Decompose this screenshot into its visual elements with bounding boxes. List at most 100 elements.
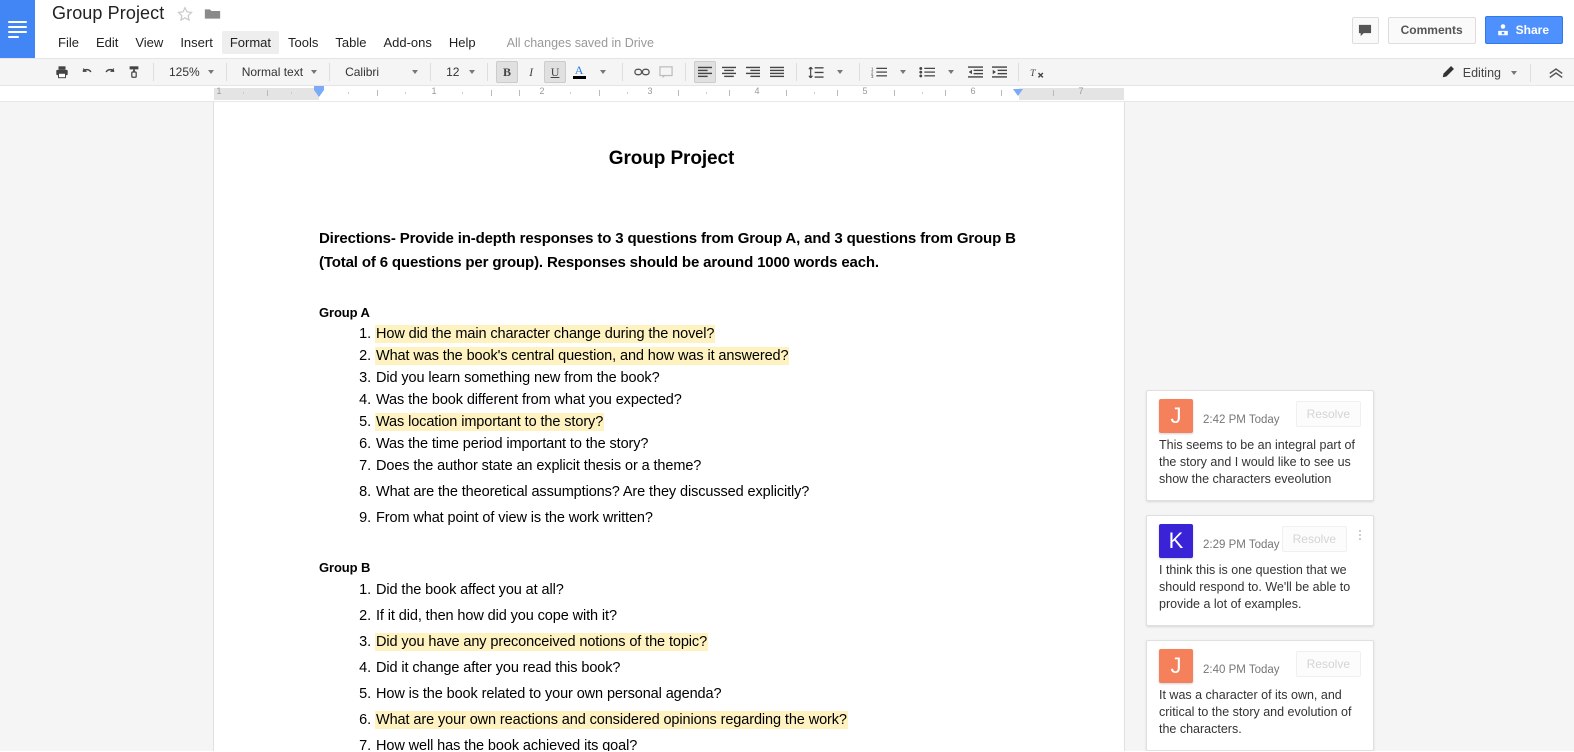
- document-page[interactable]: Group Project Directions- Provide in-dep…: [214, 102, 1124, 751]
- menu-edit[interactable]: Edit: [88, 31, 126, 54]
- editing-mode-select[interactable]: Editing: [1435, 65, 1523, 82]
- font-size-select[interactable]: 12: [438, 61, 480, 83]
- bulleted-list-dropdown[interactable]: [940, 61, 962, 83]
- document-title-row: Group Project: [52, 3, 221, 24]
- menu-help[interactable]: Help: [441, 31, 484, 54]
- chevron-down-icon: [1511, 71, 1517, 75]
- ruler-number: 6: [970, 86, 976, 96]
- align-justify-icon[interactable]: [766, 61, 788, 83]
- list-item: From what point of view is the work writ…: [375, 507, 1024, 529]
- list-item: Was location important to the story?: [375, 411, 1024, 433]
- numbered-list-icon[interactable]: 123: [868, 61, 890, 83]
- menu-tools[interactable]: Tools: [280, 31, 326, 54]
- document-heading: Group Project: [608, 148, 735, 169]
- docs-logo-icon[interactable]: [0, 0, 35, 58]
- editing-mode-label: Editing: [1462, 66, 1501, 80]
- ruler-number: 4: [754, 86, 760, 96]
- comment-bubble-icon[interactable]: [1351, 16, 1379, 44]
- comment-card[interactable]: J 2:40 PM Today Resolve It was a charact…: [1146, 640, 1374, 751]
- add-comment-icon[interactable]: [655, 61, 677, 83]
- comments-sidebar: J 2:42 PM Today Resolve This seems to be…: [1146, 102, 1374, 751]
- page-title[interactable]: Group Project: [52, 3, 176, 24]
- menu-table[interactable]: Table: [327, 31, 374, 54]
- avatar: J: [1159, 399, 1193, 433]
- chevron-up-icon[interactable]: [1544, 62, 1568, 84]
- numbered-list-dropdown[interactable]: [892, 61, 914, 83]
- link-icon[interactable]: [631, 61, 653, 83]
- align-center-icon[interactable]: [718, 61, 740, 83]
- share-button[interactable]: Share: [1484, 16, 1563, 44]
- menu-bar: File Edit View Insert Format Tools Table…: [50, 31, 654, 54]
- menu-addons[interactable]: Add-ons: [375, 31, 439, 54]
- group-b-heading: Group B: [319, 560, 371, 575]
- align-left-icon[interactable]: [694, 61, 717, 83]
- zoom-select[interactable]: 125%: [161, 61, 219, 83]
- avatar: J: [1159, 649, 1193, 683]
- menu-view[interactable]: View: [127, 31, 171, 54]
- resolve-button[interactable]: Resolve: [1295, 401, 1361, 427]
- decrease-indent-icon[interactable]: [964, 61, 986, 83]
- menu-insert[interactable]: Insert: [172, 31, 221, 54]
- line-spacing-icon[interactable]: [805, 61, 827, 83]
- ruler-number: 2: [539, 86, 545, 96]
- underline-button[interactable]: U: [544, 61, 567, 83]
- list-item: Did you have any preconceived notions of…: [375, 631, 1024, 653]
- comment-timestamp: 2:40 PM Today: [1203, 664, 1280, 676]
- bold-button[interactable]: B: [496, 61, 519, 83]
- paint-format-icon[interactable]: [123, 61, 145, 83]
- text-color-dropdown[interactable]: [592, 61, 614, 83]
- menu-file[interactable]: File: [50, 31, 87, 54]
- resolve-button[interactable]: Resolve: [1281, 526, 1347, 552]
- zoom-value: 125%: [169, 65, 200, 79]
- comment-text: I think this is one question that we sho…: [1159, 563, 1351, 611]
- group-a-question-list: How did the main character change during…: [319, 323, 1024, 529]
- comment-timestamp: 2:42 PM Today: [1203, 414, 1280, 426]
- comment-text: This seems to be an integral part of the…: [1159, 438, 1355, 486]
- svg-text:T: T: [1030, 68, 1037, 79]
- paragraph-style-select[interactable]: Normal text: [234, 61, 322, 83]
- top-bar: Group Project File Edit View Insert Form…: [0, 0, 1574, 58]
- menu-format[interactable]: Format: [221, 31, 279, 54]
- avatar: K: [1159, 524, 1193, 558]
- ruler-number: 3: [647, 86, 653, 96]
- left-indent-marker[interactable]: [314, 90, 324, 97]
- chevron-down-icon: [469, 70, 476, 74]
- folder-icon[interactable]: [204, 7, 221, 21]
- comments-button[interactable]: Comments: [1387, 16, 1476, 44]
- group-a-heading: Group A: [319, 305, 370, 320]
- comment-options-icon[interactable]: [1354, 530, 1366, 542]
- toolbar-right-section: Editing: [1435, 59, 1568, 87]
- chevron-down-icon: [207, 70, 214, 74]
- undo-icon[interactable]: [75, 61, 97, 83]
- svg-text:3: 3: [871, 74, 874, 78]
- save-status: All changes saved in Drive: [506, 35, 654, 50]
- align-right-icon[interactable]: [742, 61, 764, 83]
- chevron-down-icon: [412, 70, 419, 74]
- line-spacing-dropdown[interactable]: [829, 61, 851, 83]
- list-item: What are your own reactions and consider…: [375, 709, 1024, 731]
- bulleted-list-icon[interactable]: [916, 61, 938, 83]
- star-icon[interactable]: [176, 5, 194, 23]
- ruler[interactable]: 1 1 2 3 4 5 6 7: [0, 86, 1574, 102]
- text-color-button[interactable]: A: [568, 61, 590, 83]
- increase-indent-icon[interactable]: [988, 61, 1010, 83]
- header-actions: Comments Share: [1351, 16, 1563, 44]
- right-indent-marker[interactable]: [1013, 89, 1023, 96]
- font-family-select[interactable]: Calibri: [337, 61, 423, 83]
- redo-icon[interactable]: [99, 61, 121, 83]
- list-item: Was the book different from what you exp…: [375, 389, 1024, 411]
- list-item: How well has the book achieved its goal?: [375, 735, 1024, 751]
- italic-button[interactable]: I: [520, 61, 542, 83]
- formatting-toolbar: 125% Normal text Calibri 12 B I U A 1 2 …: [0, 58, 1574, 86]
- ruler-track[interactable]: [214, 88, 1124, 100]
- clear-formatting-icon[interactable]: T: [1027, 61, 1049, 83]
- list-item: Did the book affect you at all?: [375, 579, 1024, 601]
- resolve-button[interactable]: Resolve: [1295, 651, 1361, 677]
- comment-card[interactable]: J 2:42 PM Today Resolve This seems to be…: [1146, 390, 1374, 501]
- share-label: Share: [1515, 23, 1549, 37]
- ruler-number: 7: [1078, 86, 1084, 96]
- print-icon[interactable]: [51, 61, 73, 83]
- ruler-number: 5: [862, 86, 868, 96]
- comment-text: It was a character of its own, and criti…: [1159, 688, 1352, 736]
- comment-card[interactable]: K 2:29 PM Today Resolve I think this is …: [1146, 515, 1374, 626]
